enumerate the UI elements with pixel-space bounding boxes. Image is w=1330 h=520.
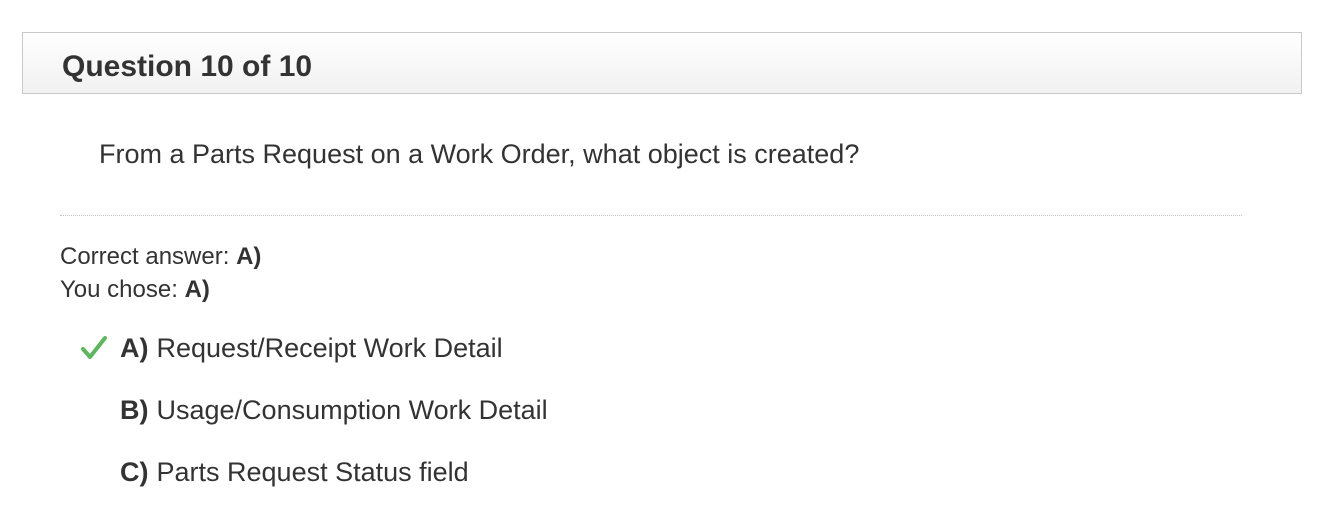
user-choice-label: You chose: (60, 276, 178, 303)
empty-check-slot (80, 456, 120, 488)
answer-option-c: C) Parts Request Status field (80, 452, 880, 492)
correct-answer-value: A) (236, 243, 262, 270)
user-choice-line: You chose: A) (60, 275, 210, 305)
user-choice-value: A) (184, 276, 210, 303)
option-letter: C) (120, 456, 149, 487)
option-text: Parts Request Status field (156, 456, 469, 487)
divider (60, 215, 1242, 216)
correct-answer-label: Correct answer: (60, 243, 230, 270)
option-letter: B) (120, 394, 149, 425)
option-letter: A) (120, 332, 149, 363)
option-text: Usage/Consumption Work Detail (156, 394, 548, 425)
answer-option-b: B) Usage/Consumption Work Detail (80, 390, 880, 430)
question-header: Question 10 of 10 (22, 32, 1302, 94)
question-text: From a Parts Request on a Work Order, wh… (99, 139, 860, 169)
option-text: Request/Receipt Work Detail (156, 332, 503, 363)
answer-option-a: A) Request/Receipt Work Detail (80, 328, 880, 368)
page-title: Question 10 of 10 (62, 50, 313, 83)
checkmark-icon (80, 332, 120, 364)
empty-check-slot (80, 394, 120, 426)
correct-answer-line: Correct answer: A) (60, 242, 261, 272)
